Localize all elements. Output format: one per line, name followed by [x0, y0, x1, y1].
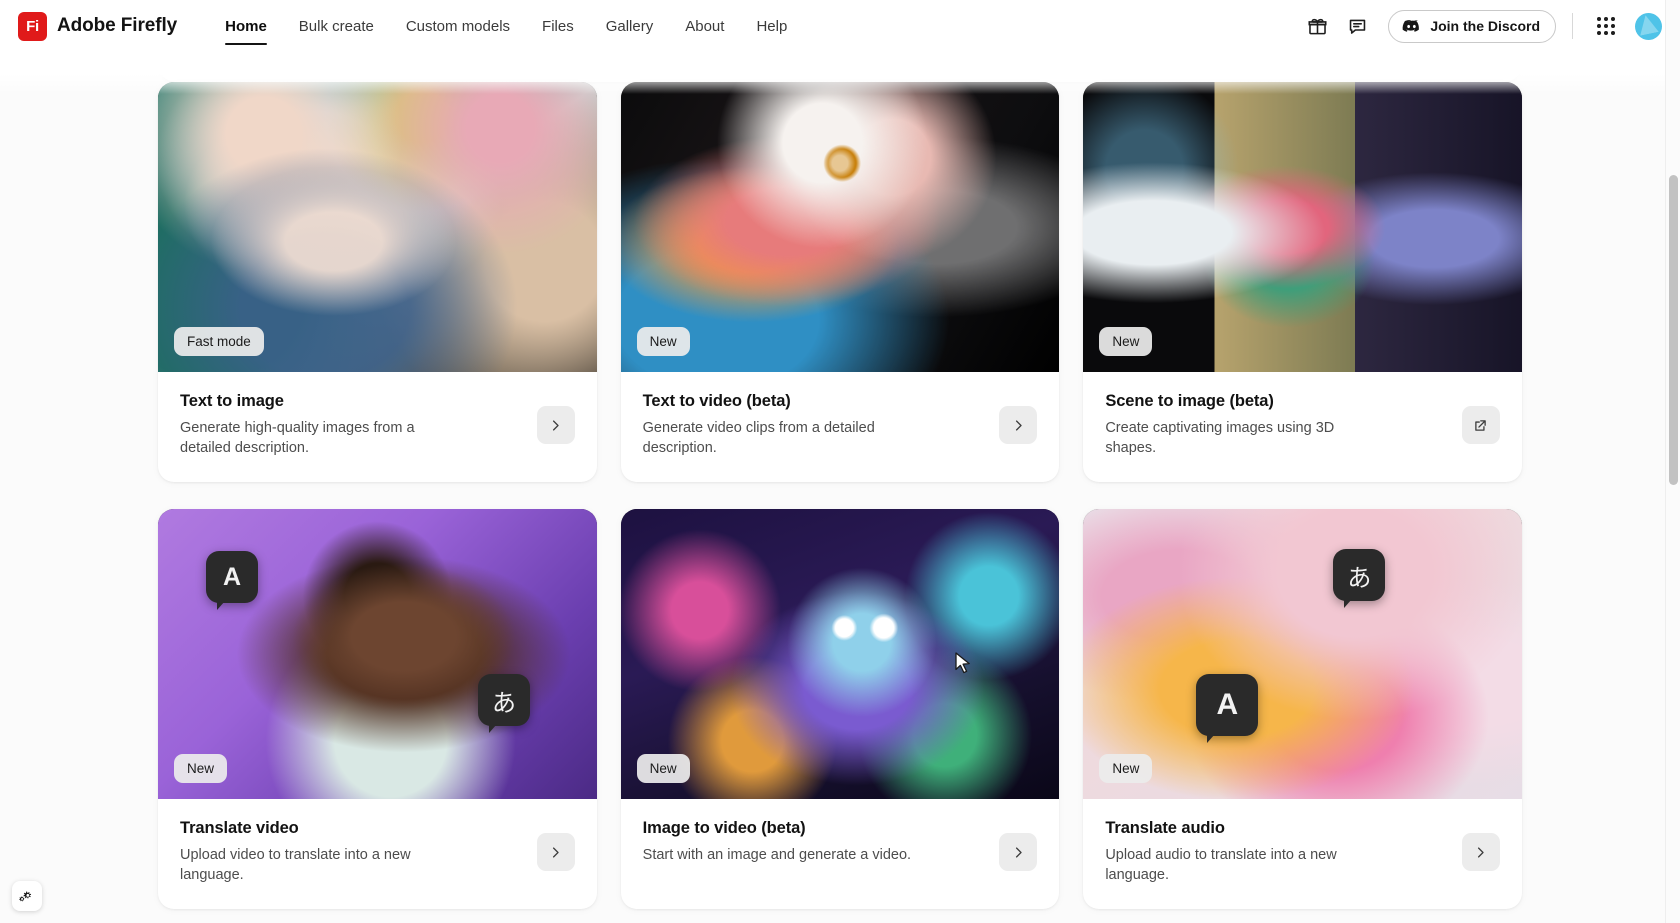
card-text: Text to image Generate high-quality imag…	[180, 392, 523, 458]
chat-bubble-icon[interactable]	[1340, 9, 1374, 43]
chevron-right-icon[interactable]	[999, 406, 1038, 444]
card-description: Upload audio to translate into a new lan…	[1105, 847, 1337, 883]
card-text: Text to video (beta) Generate video clip…	[643, 392, 986, 458]
card-badge: New	[1099, 754, 1153, 783]
nav-label: Custom models	[405, 17, 511, 35]
latin-letter-bubble-icon: A	[1196, 674, 1259, 743]
card-text: Scene to image (beta) Create captivating…	[1105, 392, 1448, 458]
card-description: Upload video to translate into a new lan…	[180, 847, 411, 883]
chevron-right-icon[interactable]	[1461, 833, 1500, 871]
card-media: New	[620, 82, 1060, 372]
discord-logo-icon	[1402, 19, 1421, 34]
japanese-letter-bubble-icon: あ	[478, 674, 530, 733]
apps-grid-icon[interactable]	[1589, 9, 1623, 43]
apps-grid-dots	[1597, 17, 1615, 35]
settings-gears-icon[interactable]	[12, 881, 42, 911]
card-body: Translate audio Upload audio to translat…	[1083, 799, 1522, 909]
tool-cards-section: Fast mode Text to image Generate high-qu…	[0, 82, 1680, 909]
external-link-icon[interactable]	[1461, 406, 1500, 444]
main-navigation: Home Bulk create Custom models Files Gal…	[209, 0, 803, 52]
tool-card-text-to-image[interactable]: Fast mode Text to image Generate high-qu…	[158, 82, 597, 482]
card-body: Text to video (beta) Generate video clip…	[621, 372, 1060, 482]
card-badge: New	[1099, 327, 1153, 356]
tool-card-text-to-video[interactable]: New Text to video (beta) Generate video …	[620, 82, 1060, 482]
card-title: Translate video	[180, 819, 299, 837]
nav-item-gallery[interactable]: Gallery	[590, 0, 670, 52]
brand-title: Adobe Firefly	[57, 15, 178, 36]
avatar[interactable]	[1635, 12, 1662, 40]
scrollbar-thumb[interactable]	[1669, 175, 1678, 485]
nav-label: Files	[542, 17, 574, 35]
card-title: Text to image	[180, 392, 284, 410]
vertical-scrollbar[interactable]	[1665, 0, 1680, 923]
card-media: New	[1083, 82, 1522, 372]
card-body: Text to image Generate high-quality imag…	[158, 372, 597, 482]
card-body: Translate video Upload video to translat…	[158, 799, 597, 909]
card-text: Translate audio Upload audio to translat…	[1105, 819, 1448, 885]
card-description: Start with an image and generate a video…	[642, 847, 912, 863]
card-text: Translate video Upload video to translat…	[180, 819, 523, 885]
card-media: A あ New	[158, 509, 597, 799]
card-body: Image to video (beta) Start with an imag…	[621, 799, 1060, 909]
discord-button-label: Join the Discord	[1430, 18, 1540, 34]
japanese-letter-bubble-icon: あ	[1333, 549, 1386, 608]
card-badge: New	[174, 754, 228, 783]
nav-item-files[interactable]: Files	[526, 0, 590, 52]
tool-card-image-to-video[interactable]: New Image to video (beta) Start with an …	[620, 509, 1060, 909]
nav-label: Help	[756, 17, 788, 35]
nav-label: Bulk create	[298, 17, 374, 35]
chevron-right-icon[interactable]	[999, 833, 1038, 871]
tool-card-scene-to-image[interactable]: New Scene to image (beta) Create captiva…	[1083, 82, 1522, 482]
card-description: Generate high-quality images from a deta…	[180, 420, 415, 456]
card-title: Image to video (beta)	[642, 819, 806, 837]
nav-label: Home	[225, 17, 267, 35]
chevron-right-icon[interactable]	[536, 406, 575, 444]
card-title: Text to video (beta)	[642, 392, 791, 410]
card-badge: Fast mode	[174, 327, 264, 356]
card-media: あ A New	[1083, 509, 1522, 799]
card-badge: New	[636, 754, 690, 783]
card-title: Scene to image (beta)	[1105, 392, 1274, 410]
brand-logo[interactable]: Fi Adobe Firefly	[18, 11, 178, 41]
header-actions: Join the Discord	[1300, 9, 1662, 43]
tool-card-grid: Fast mode Text to image Generate high-qu…	[158, 82, 1522, 909]
nav-label: About	[685, 17, 725, 35]
join-discord-button[interactable]: Join the Discord	[1388, 9, 1556, 43]
card-media: Fast mode	[158, 82, 597, 372]
card-title: Translate audio	[1105, 819, 1225, 837]
tool-card-translate-video[interactable]: A あ New Translate video Upload video to …	[158, 509, 597, 909]
nav-item-custom-models[interactable]: Custom models	[390, 0, 526, 52]
card-text: Image to video (beta) Start with an imag…	[643, 819, 986, 865]
nav-item-bulk-create[interactable]: Bulk create	[283, 0, 390, 52]
card-description: Generate video clips from a detailed des…	[642, 420, 875, 456]
tool-card-translate-audio[interactable]: あ A New Translate audio Upload audio to …	[1083, 509, 1522, 909]
header-divider	[1572, 13, 1573, 39]
card-badge: New	[636, 327, 690, 356]
card-media: New	[620, 509, 1060, 799]
top-scroll-fade	[0, 52, 1680, 94]
gift-icon[interactable]	[1300, 9, 1334, 43]
chevron-right-icon[interactable]	[536, 833, 575, 871]
nav-label: Gallery	[605, 17, 654, 35]
nav-item-home[interactable]: Home	[209, 0, 283, 52]
content-viewport: Fast mode Text to image Generate high-qu…	[0, 52, 1680, 923]
nav-item-help[interactable]: Help	[740, 0, 803, 52]
firefly-logo-icon: Fi	[18, 11, 47, 41]
card-description: Create captivating images using 3D shape…	[1105, 420, 1335, 456]
card-body: Scene to image (beta) Create captivating…	[1083, 372, 1522, 482]
latin-letter-bubble-icon: A	[206, 551, 258, 610]
app-header: Fi Adobe Firefly Home Bulk create Custom…	[0, 0, 1680, 52]
nav-item-about[interactable]: About	[669, 0, 740, 52]
